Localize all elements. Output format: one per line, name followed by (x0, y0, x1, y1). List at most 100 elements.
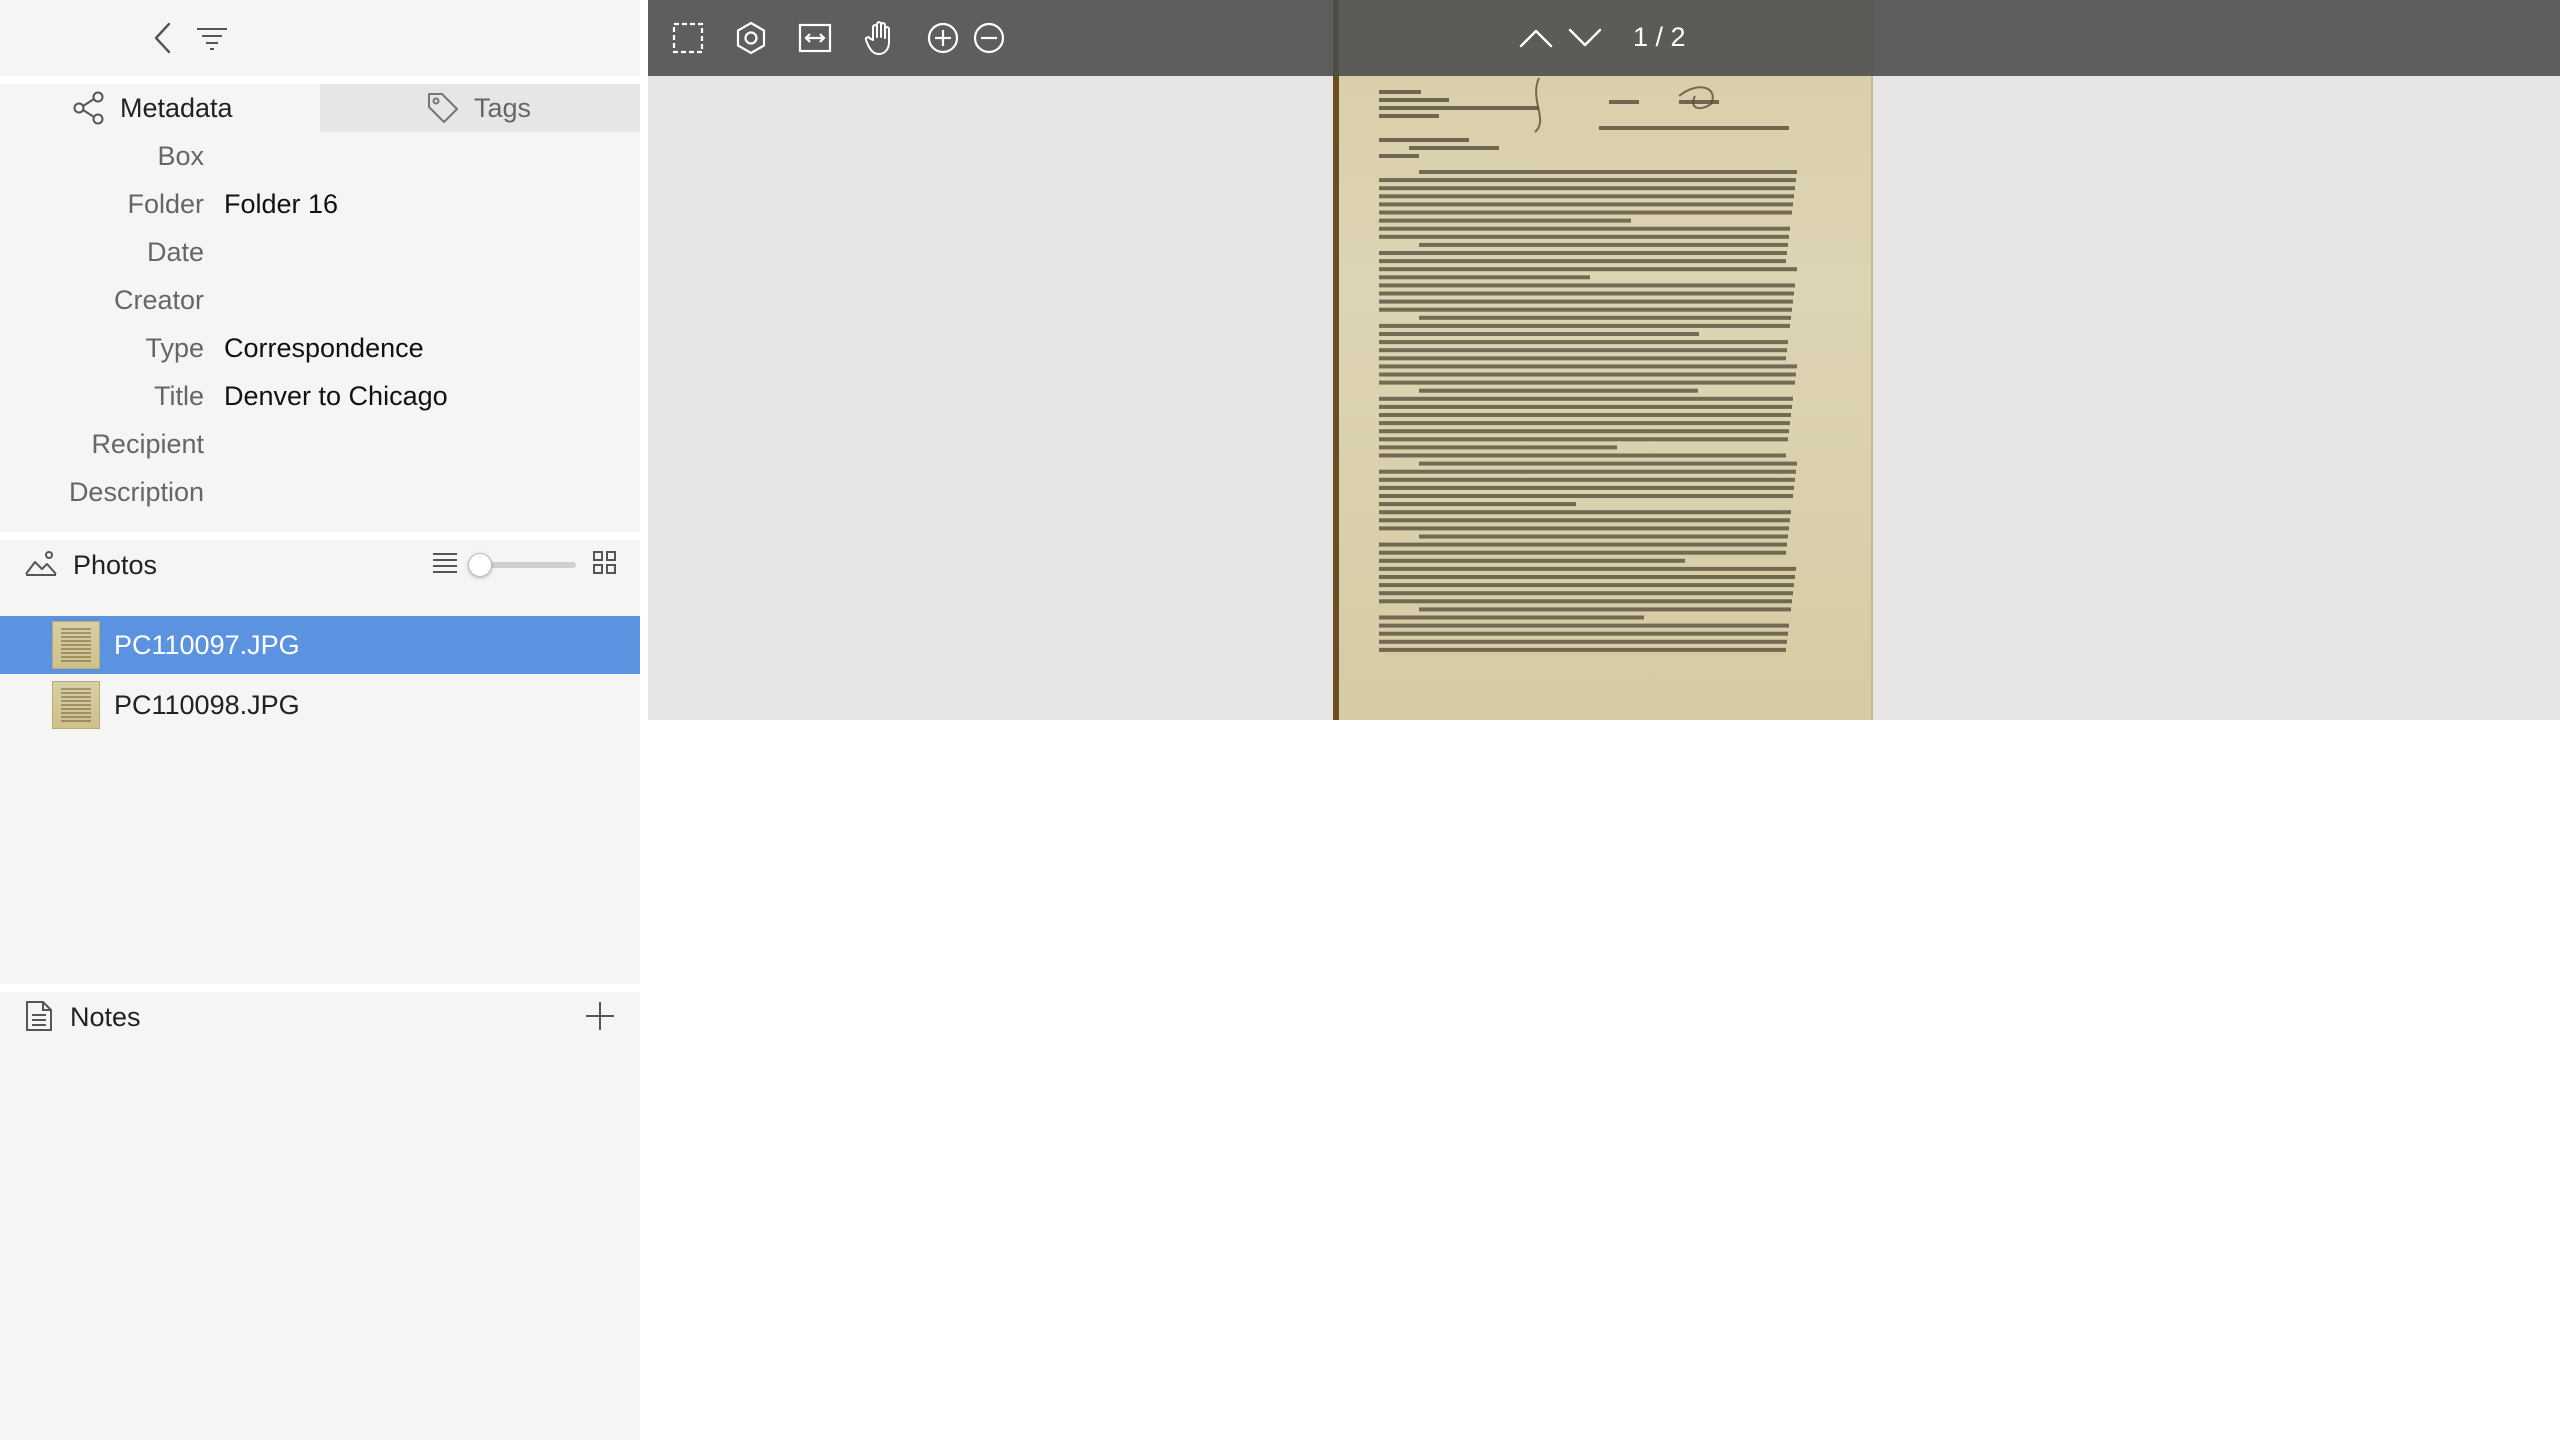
tab-metadata-label: Metadata (120, 92, 233, 123)
document-text-line (1379, 259, 1786, 264)
share-icon (73, 91, 104, 125)
document-text-line (1379, 202, 1793, 207)
photo-item[interactable]: PC110098.JPG (0, 676, 640, 734)
field-label: Box (157, 140, 204, 171)
metadata-row-title[interactable]: Title Denver to Chicago (0, 372, 640, 420)
notes-header: Notes (0, 992, 640, 1040)
document-photo (1333, 0, 1873, 720)
field-value[interactable]: Folder 16 (224, 189, 338, 220)
pan-button[interactable] (860, 18, 900, 58)
metadata-tags-switcher: Metadata Tags (0, 84, 640, 132)
photos-icon (25, 551, 57, 576)
divider (0, 532, 640, 540)
page-indicator: 1 / 2 (1633, 22, 1686, 52)
document-text-line (1379, 542, 1787, 547)
adjust-button[interactable] (731, 18, 771, 58)
document-text-line (1419, 461, 1797, 466)
document-text-line (1379, 647, 1786, 652)
document-text-line (1379, 526, 1789, 531)
document-text-line (1379, 267, 1797, 272)
metadata-row-description[interactable]: Description (0, 468, 640, 516)
photo-thumbnail (52, 621, 100, 669)
tab-tags-label: Tags (474, 92, 532, 123)
list-view-icon[interactable] (432, 550, 458, 576)
document-text-line (1379, 599, 1792, 604)
photo-filename: PC110097.JPG (114, 629, 300, 660)
divider (0, 76, 640, 84)
field-label: Description (68, 476, 204, 507)
slider-knob[interactable] (468, 553, 492, 577)
thumbnail-size-slider[interactable] (468, 553, 576, 577)
document-text-line (1379, 348, 1787, 353)
metadata-row-type[interactable]: Type Correspondence (0, 324, 640, 372)
document-text-line (1379, 494, 1793, 498)
document-text-line (1379, 396, 1793, 401)
hand-icon (864, 21, 890, 55)
zoom-in-button[interactable] (923, 18, 963, 58)
document-text-line (1379, 234, 1789, 239)
document-text-line (1379, 210, 1792, 215)
zoom-out-icon (973, 22, 1005, 54)
photo-item-selected[interactable]: PC110097.JPG (0, 616, 640, 674)
photos-header: Photos (0, 540, 640, 588)
zoom-in-icon (927, 22, 959, 54)
select-rect-button[interactable] (668, 18, 708, 58)
previous-page-button[interactable] (1516, 18, 1556, 58)
plus-icon[interactable] (584, 1000, 616, 1032)
document-text-line (1379, 615, 1644, 620)
chevron-down-icon (1568, 28, 1602, 47)
document-text-line (1379, 178, 1796, 183)
filter-button[interactable] (192, 18, 232, 58)
metadata-row-creator[interactable]: Creator (0, 276, 640, 324)
field-label: Date (146, 236, 204, 267)
field-label: Title (153, 380, 204, 411)
chevron-up-icon (1519, 29, 1553, 48)
document-text-line (1379, 332, 1699, 336)
divider (0, 984, 640, 992)
grid-view-icon[interactable] (592, 550, 618, 576)
document-text-line (1379, 518, 1790, 523)
metadata-row-box[interactable]: Box (0, 132, 640, 180)
document-text-line (1379, 583, 1794, 588)
document-text-line (1379, 218, 1631, 223)
document-text-line (1379, 510, 1791, 515)
document-text-line (1379, 380, 1795, 385)
field-value[interactable]: Denver to Chicago (224, 381, 448, 412)
metadata-row-recipient[interactable]: Recipient (0, 420, 640, 468)
metadata-fields: Box Folder Folder 16 Date Creator Type C… (0, 132, 640, 516)
document-text-line (1379, 429, 1789, 434)
document-text-line (1379, 299, 1793, 304)
fit-width-icon (798, 23, 832, 53)
document-text-line (1379, 413, 1791, 417)
document-text-line (1379, 356, 1786, 361)
zoom-out-button[interactable] (969, 18, 1009, 58)
field-value[interactable]: Correspondence (224, 333, 424, 364)
document-text-line (1419, 607, 1791, 612)
photo-filename: PC110098.JPG (114, 689, 300, 720)
document-text-line (1379, 566, 1796, 571)
document-text-line (1379, 623, 1789, 628)
tab-metadata[interactable]: Metadata (0, 84, 320, 132)
notes-icon (26, 1001, 52, 1031)
document-text-line (1419, 534, 1788, 539)
document-text-line (1379, 194, 1794, 199)
next-page-button[interactable] (1565, 18, 1605, 58)
document-text-line (1379, 421, 1790, 426)
chevron-left-icon (154, 22, 171, 54)
document-text-line (1379, 437, 1788, 442)
document-text-line (1379, 558, 1685, 563)
tab-tags[interactable]: Tags (320, 84, 640, 132)
document-text-line (1379, 275, 1590, 280)
photo-thumbnail (52, 681, 100, 729)
document-text-line (1379, 485, 1794, 490)
sidebar-toolbar (0, 0, 640, 76)
tag-icon (428, 93, 458, 123)
document-text-line (1379, 251, 1787, 255)
metadata-row-date[interactable]: Date (0, 228, 640, 276)
document-text-line (1379, 364, 1797, 369)
fit-width-button[interactable] (795, 18, 835, 58)
image-viewer[interactable] (648, 0, 2560, 720)
back-button[interactable] (143, 18, 183, 58)
field-label: Recipient (91, 428, 204, 459)
metadata-row-folder[interactable]: Folder Folder 16 (0, 180, 640, 228)
